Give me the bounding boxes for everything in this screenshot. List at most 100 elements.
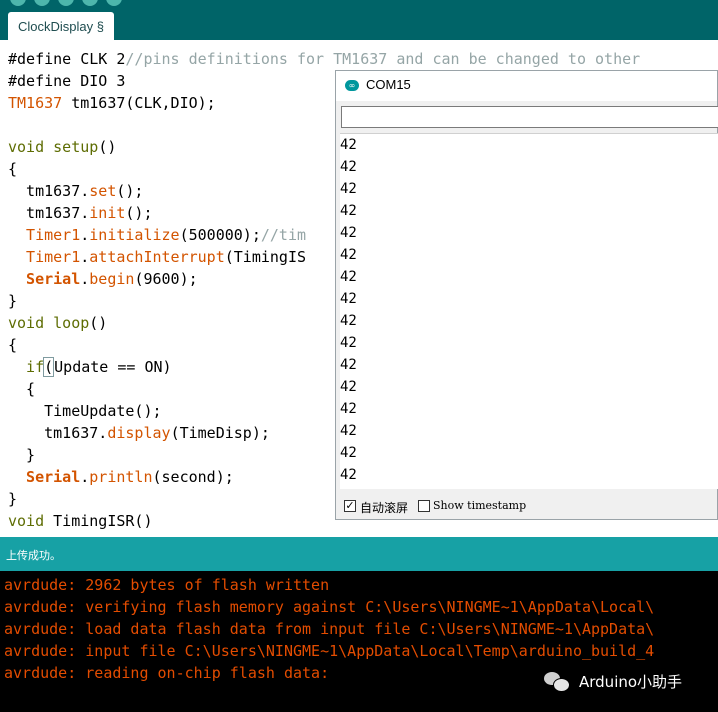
- console-line: avrdude: reading on-chip flash data:: [4, 664, 330, 682]
- serial-output-area[interactable]: 42 42 42 42 42 42 42 42 42 42 42 42 42 42 42 42: [340, 133, 718, 489]
- serial-output-line: 42: [340, 335, 357, 351]
- serial-send-input[interactable]: [341, 106, 718, 128]
- code-text: (): [89, 314, 108, 332]
- code-text: (TimingIS: [224, 248, 307, 266]
- code-function: setup: [44, 138, 99, 156]
- code-comment: //tim: [260, 226, 307, 244]
- code-function: loop: [44, 314, 90, 332]
- console-line: avrdude: 2962 bytes of flash written: [4, 576, 330, 594]
- status-message: 上传成功。: [6, 549, 61, 562]
- code-text: ();: [116, 182, 144, 200]
- serial-monitor-title: COM15: [366, 77, 411, 92]
- tab-clockdisplay[interactable]: ClockDisplay §: [8, 12, 114, 40]
- serial-output-line: 42: [340, 445, 357, 461]
- code-line-11: Serial.begin(9600);: [8, 268, 198, 290]
- code-line-19: }: [8, 446, 36, 464]
- code-line-9: Timer1.initialize(500000);//tim: [8, 224, 306, 246]
- serial-output-line: 42: [340, 269, 357, 285]
- code-type: TM1637: [8, 94, 63, 112]
- status-bar: 上传成功。: [0, 537, 718, 571]
- verify-button-icon[interactable]: [10, 0, 26, 6]
- watermark-text: Arduino小助手: [579, 672, 683, 691]
- serial-output-line: 42: [340, 291, 357, 307]
- save-button-icon[interactable]: [106, 0, 122, 6]
- code-text: (second);: [152, 468, 234, 486]
- code-text: #define CLK 2: [8, 50, 126, 68]
- code-text: TimeUpdate();: [8, 402, 162, 420]
- code-line-1: #define CLK 2//pins definitions for TM16…: [8, 48, 640, 70]
- code-line-5: void setup(): [8, 136, 116, 158]
- code-keyword: void: [8, 512, 45, 530]
- serial-output-line: 42: [340, 313, 357, 329]
- serial-output-lines: 42 42 42 42 42 42 42 42 42 42 42 42 42 42 42 42: [340, 134, 718, 486]
- code-line-15: if(Update == ON): [8, 356, 172, 378]
- code-function: set: [89, 182, 117, 200]
- code-text: #define DIO 3: [8, 72, 126, 90]
- code-text: (500000);: [179, 226, 261, 244]
- code-object: Serial: [8, 270, 81, 288]
- autoscroll-label: 自动滚屏: [360, 501, 409, 515]
- new-button-icon[interactable]: [58, 0, 74, 6]
- code-keyword: if: [8, 358, 45, 376]
- code-text: tm1637.: [8, 424, 108, 442]
- code-text: .: [80, 468, 90, 486]
- code-line-13: void loop(): [8, 312, 107, 334]
- code-keyword: void: [8, 138, 45, 156]
- code-text: .: [80, 270, 90, 288]
- serial-output-line: 42: [340, 247, 357, 263]
- show-timestamp-checkbox[interactable]: [418, 500, 430, 512]
- code-line-3: TM1637 tm1637(CLK,DIO);: [8, 92, 216, 114]
- code-line-7: tm1637.set();: [8, 180, 143, 202]
- serial-output-line: 42: [340, 203, 357, 219]
- code-line-12: }: [8, 292, 18, 310]
- code-function: init: [89, 204, 126, 222]
- code-bracket-highlight: (: [43, 357, 55, 377]
- console-line: avrdude: verifying flash memory against …: [4, 598, 655, 616]
- serial-output-line: 42: [340, 423, 357, 439]
- code-line-10: Timer1.attachInterrupt(TimingIS: [8, 246, 306, 268]
- serial-output-line: 42: [340, 467, 357, 483]
- upload-button-icon[interactable]: [34, 0, 50, 6]
- code-text: Update == ON): [54, 358, 172, 376]
- code-text: .: [80, 226, 90, 244]
- code-text: tm1637(CLK,DIO);: [62, 94, 216, 112]
- serial-output-line: 42: [340, 379, 357, 395]
- code-text: tm1637.: [8, 204, 90, 222]
- code-line-16: {: [8, 380, 36, 398]
- code-function: attachInterrupt: [89, 248, 225, 266]
- code-text: (9600);: [134, 270, 198, 288]
- code-line-17: TimeUpdate();: [8, 400, 162, 422]
- code-comment: //pins definitions for TM1637 and can be…: [125, 50, 641, 68]
- code-text: (TimeDisp);: [170, 424, 270, 442]
- autoscroll-checkbox[interactable]: ✓: [344, 500, 356, 512]
- serial-output-line: 42: [340, 401, 357, 417]
- code-line-18: tm1637.display(TimeDisp);: [8, 422, 270, 444]
- serial-output-line: 42: [340, 159, 357, 175]
- open-button-icon[interactable]: [82, 0, 98, 6]
- code-text: TimingISR(): [44, 512, 153, 530]
- code-object: Timer1: [8, 248, 81, 266]
- code-line-14: {: [8, 336, 18, 354]
- wechat-icon: [543, 670, 571, 692]
- code-line-20: Serial.println(second);: [8, 466, 234, 488]
- serial-monitor-window: ∞ COM15 42 42 42 42 42 42 42 42 42 42 42 42 42 42 42 42…: [335, 70, 718, 520]
- serial-options-bar: ✓ 自动滚屏 Show timestamp: [336, 495, 717, 519]
- code-function: begin: [89, 270, 135, 288]
- code-line-6: {: [8, 160, 18, 178]
- arduino-logo-icon: ∞: [345, 80, 359, 91]
- code-object: Timer1: [8, 226, 81, 244]
- code-line-8: tm1637.init();: [8, 202, 153, 224]
- code-object: Serial: [8, 468, 81, 486]
- code-text: (): [98, 138, 117, 156]
- code-function: initialize: [89, 226, 180, 244]
- code-text: .: [80, 248, 90, 266]
- serial-output-line: 42: [340, 181, 357, 197]
- console-progress-line: ...... .................................…: [4, 701, 492, 712]
- tab-label: ClockDisplay §: [18, 19, 104, 34]
- code-text: ();: [125, 204, 153, 222]
- show-timestamp-label: Show timestamp: [433, 499, 527, 512]
- serial-monitor-titlebar[interactable]: ∞ COM15: [336, 71, 717, 101]
- code-text: tm1637.: [8, 182, 90, 200]
- console-line: avrdude: input file C:\Users\NINGME~1\Ap…: [4, 642, 655, 660]
- code-line-2: #define DIO 3: [8, 70, 125, 92]
